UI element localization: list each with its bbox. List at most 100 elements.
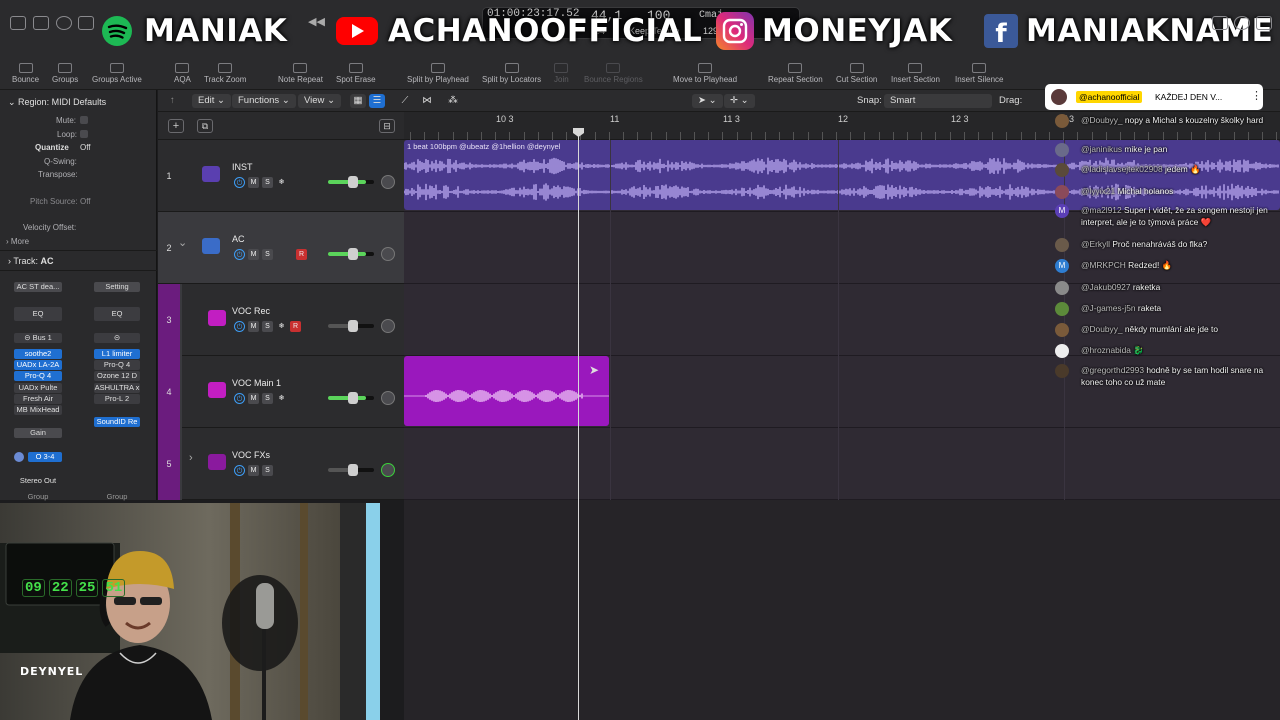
snap-select[interactable]: Smart xyxy=(884,94,992,108)
power-icon[interactable]: ⏻ xyxy=(234,393,245,404)
toolbar-button[interactable]: Repeat Section xyxy=(768,62,823,90)
power-icon[interactable]: ⏻ xyxy=(234,465,245,476)
chevron-down-icon[interactable]: ⌄ xyxy=(178,236,187,249)
toolbar-button[interactable]: Insert Silence xyxy=(955,62,1003,90)
toolbar-button[interactable]: Track Zoom xyxy=(204,62,246,90)
pitch-source-select[interactable]: Off xyxy=(80,197,91,206)
back-arrow-icon[interactable]: ↑ xyxy=(170,94,175,108)
mute-button[interactable]: M xyxy=(248,249,259,260)
track-header[interactable]: 1 INST ⏻ M S ❄ xyxy=(158,140,404,212)
link-icon[interactable]: ⊝ xyxy=(94,333,140,343)
more-options-icon[interactable]: ⋮ xyxy=(1251,89,1262,102)
pan-knob[interactable] xyxy=(381,391,395,405)
toolbar-button[interactable]: Bounce Regions xyxy=(584,62,643,90)
gain-slot[interactable]: Gain xyxy=(14,428,62,438)
fader-knob[interactable] xyxy=(348,248,358,260)
plugin-slot[interactable]: Fresh Air xyxy=(14,394,62,404)
loop-checkbox[interactable] xyxy=(80,130,88,138)
toolbar-button[interactable]: Join xyxy=(554,62,569,90)
view-menu[interactable]: View ⌄ xyxy=(298,94,342,108)
more-toggle[interactable]: › More xyxy=(6,237,29,246)
fader-knob[interactable] xyxy=(348,392,358,404)
functions-menu[interactable]: Functions ⌄ xyxy=(232,94,296,108)
plugin-slot[interactable]: Pro-L 2 xyxy=(94,394,140,404)
record-enable-button[interactable]: R xyxy=(296,249,307,260)
eq-display[interactable]: EQ xyxy=(14,307,62,321)
track-header[interactable]: 2 ⌄ AC ⏻ M S R xyxy=(158,212,404,284)
solo-button[interactable]: S xyxy=(262,249,273,260)
group-slot[interactable]: Group xyxy=(94,492,140,502)
automation-icon[interactable]: ⟋ xyxy=(396,94,414,108)
toolbar-button[interactable]: Spot Erase xyxy=(336,62,376,90)
list-editor-icon[interactable] xyxy=(1212,16,1228,30)
plugin-slot[interactable]: Pro-Q 4 xyxy=(94,360,140,370)
record-enable-button[interactable]: R xyxy=(290,321,301,332)
plugin-slot[interactable]: ASHULTRA x xyxy=(94,383,140,393)
toolbar-button[interactable]: Insert Section xyxy=(891,62,940,90)
library-icon[interactable] xyxy=(10,16,26,30)
mute-checkbox[interactable] xyxy=(80,116,88,124)
quantize-select[interactable]: Off xyxy=(80,143,91,152)
track-name[interactable]: VOC FXs xyxy=(232,450,270,460)
pan-knob[interactable] xyxy=(381,247,395,261)
region-inspector-title[interactable]: ⌄ Region: MIDI Defaults xyxy=(8,97,106,108)
freeze-icon[interactable]: ❄ xyxy=(276,321,287,332)
track-header[interactable]: 5 › VOC FXs ⏻ M S xyxy=(158,428,404,500)
mute-button[interactable]: M xyxy=(248,465,259,476)
pointer-tool[interactable]: ➤ ⌄ xyxy=(692,94,723,108)
chevron-right-icon[interactable]: › xyxy=(189,452,193,464)
track-name[interactable]: VOC Main 1 xyxy=(232,378,281,388)
search-icon[interactable] xyxy=(1234,16,1250,30)
plugin-slot[interactable]: UADx Pulte xyxy=(14,383,62,393)
fader-knob[interactable] xyxy=(348,464,358,476)
plugin-slot[interactable]: Pro-Q 4 xyxy=(14,371,62,381)
add-track-icon[interactable]: + xyxy=(168,119,184,133)
power-icon[interactable]: ⏻ xyxy=(234,249,245,260)
pan-knob[interactable] xyxy=(381,319,395,333)
volume-fader[interactable] xyxy=(328,320,374,332)
toolbar-button[interactable]: Cut Section xyxy=(836,62,877,90)
toolbar-button[interactable]: Split by Locators xyxy=(482,62,541,90)
toolbar-button[interactable]: Bounce xyxy=(12,62,39,90)
track-name[interactable]: INST xyxy=(232,162,253,172)
empty-arrange[interactable] xyxy=(404,500,1280,720)
global-tracks-icon[interactable]: ⊟ xyxy=(379,119,395,133)
volume-fader[interactable] xyxy=(328,392,374,404)
eq-display[interactable]: EQ xyxy=(94,307,140,321)
volume-fader[interactable] xyxy=(328,248,374,260)
toolbar-button[interactable]: Groups Active xyxy=(92,62,142,90)
group-slot[interactable]: Group xyxy=(14,492,62,502)
duplicate-track-icon[interactable]: ⧉ xyxy=(197,119,213,133)
edit-menu[interactable]: Edit ⌄ xyxy=(192,94,231,108)
output-label[interactable]: Stereo Out xyxy=(14,476,62,486)
solo-button[interactable]: S xyxy=(262,177,273,188)
plugin-slot[interactable]: MB MixHead xyxy=(14,405,62,415)
list-view-icon[interactable]: ☰ xyxy=(369,94,385,108)
solo-button[interactable]: S xyxy=(262,465,273,476)
preset-button[interactable]: AC ST dea... xyxy=(14,282,62,292)
rewind-icon[interactable]: ◀◀ xyxy=(308,15,325,29)
track-header[interactable]: 3 VOC Rec ⏻ M S R ❄ xyxy=(158,284,404,356)
freeze-icon[interactable]: ❄ xyxy=(276,177,287,188)
pan-knob[interactable] xyxy=(381,463,395,477)
solo-button[interactable]: S xyxy=(262,393,273,404)
browser-icon[interactable] xyxy=(1256,16,1272,30)
toolbar-button[interactable]: Move to Playhead xyxy=(673,62,737,90)
freeze-icon[interactable]: ❄ xyxy=(276,393,287,404)
toolbar-button[interactable]: Groups xyxy=(52,62,78,90)
pan-knob[interactable] xyxy=(381,175,395,189)
volume-fader[interactable] xyxy=(328,176,374,188)
secondary-tool[interactable]: ✛ ⌄ xyxy=(724,94,755,108)
fader-knob[interactable] xyxy=(348,320,358,332)
grid-view-icon[interactable]: ▦ xyxy=(350,94,366,108)
plugin-slot[interactable]: Ozone 12 D xyxy=(94,371,140,381)
track-name[interactable]: VOC Rec xyxy=(232,306,270,316)
send-slot[interactable]: ⊝ Bus 1 xyxy=(14,333,62,343)
toolbar-button[interactable]: Note Repeat xyxy=(278,62,323,90)
mute-button[interactable]: M xyxy=(248,177,259,188)
plugin-slot[interactable]: SoundID Re xyxy=(94,417,140,427)
pinned-message[interactable]: @achanoofficial KAŽDEJ DEN V... ⋮ xyxy=(1045,84,1263,110)
setting-button[interactable]: Setting xyxy=(94,282,140,292)
power-icon[interactable]: ⏻ xyxy=(234,321,245,332)
track-header[interactable]: 4 VOC Main 1 ⏻ M S ❄ xyxy=(158,356,404,428)
